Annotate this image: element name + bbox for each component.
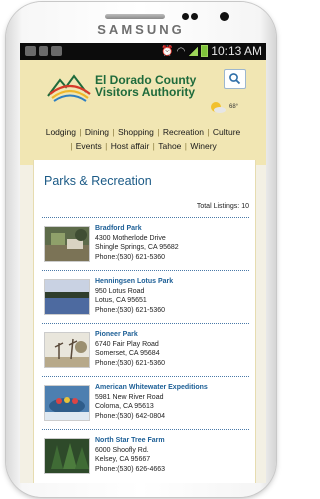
main-nav: Lodging | Dining | Shopping | Recreation… (20, 125, 266, 153)
listing-phone[interactable]: Phone:(530) 621-5360 (95, 306, 173, 316)
site-header: El Dorado County Visitors Authority 68° … (20, 60, 266, 165)
nav-separator: | (110, 127, 117, 137)
listing-address: 4300 Motherlode Drive (95, 234, 166, 242)
listing-name[interactable]: American Whitewater Expeditions (95, 383, 208, 393)
notification-icon (25, 46, 36, 56)
listing-details: Bradford Park 4300 Motherlode Drive Shin… (95, 224, 179, 262)
listing-photo[interactable] (44, 226, 90, 262)
search-button[interactable] (224, 69, 246, 89)
listing-details: Henningsen Lotus Park 950 Lotus Road Lot… (95, 277, 173, 315)
listing-city: Coloma, CA 95613 (95, 403, 154, 410)
nav-item-winery[interactable]: Winery (190, 141, 216, 151)
alarm-icon: ⏰ (161, 45, 174, 57)
nav-separator: | (154, 127, 162, 137)
front-camera (220, 12, 229, 21)
listing-address: 950 Lotus Road (95, 287, 145, 295)
listing-name[interactable]: Henningsen Lotus Park (95, 277, 173, 287)
nav-item-culture[interactable]: Culture (213, 127, 240, 137)
nav-item-lodging[interactable]: Lodging (46, 127, 76, 137)
battery-icon (201, 45, 209, 57)
listing-item[interactable]: Pioneer Park 6740 Fair Play Road Somerse… (42, 323, 249, 375)
nav-item-recreation[interactable]: Recreation (163, 127, 204, 137)
signal-icon (188, 46, 199, 56)
listing-address: 6000 Shoofly Rd. (95, 446, 149, 454)
listing-city: Lotus, CA 95651 (95, 297, 147, 304)
nav-item-host-affair[interactable]: Host affair (111, 141, 150, 151)
site-name[interactable]: El Dorado County Visitors Authority (95, 74, 215, 98)
listing-item[interactable]: Henningsen Lotus Park 950 Lotus Road Lot… (42, 270, 249, 322)
listing-city: Somerset, CA 95684 (95, 350, 160, 357)
search-icon (229, 73, 241, 85)
wifi-icon: ◠ (176, 45, 186, 57)
listing-details: American Whitewater Expeditions 5981 New… (95, 383, 208, 421)
listing-item[interactable]: Bradford Park 4300 Motherlode Drive Shin… (42, 217, 249, 269)
logo-icon[interactable] (46, 72, 94, 102)
listing-name[interactable]: North Star Tree Farm (95, 436, 165, 446)
nav-separator: | (70, 141, 75, 151)
site-name-line2: Visitors Authority (95, 85, 196, 99)
nav-row-2: | Events | Host affair | Tahoe | Winery (20, 139, 266, 153)
listing-item[interactable]: North Star Tree Farm 6000 Shoofly Rd. Ke… (42, 429, 249, 481)
nav-item-shopping[interactable]: Shopping (118, 127, 154, 137)
device-brand: SAMSUNG (97, 22, 185, 37)
listing-phone[interactable]: Phone:(530) 626-4663 (95, 465, 165, 475)
status-time: 10:13 AM (211, 44, 262, 58)
page-title: Parks & Recreation (44, 174, 152, 188)
earpiece-speaker (105, 14, 165, 19)
listing-photo[interactable] (44, 438, 90, 474)
listing-address: 6740 Fair Play Road (95, 340, 159, 348)
total-listings: Total Listings: 10 (196, 203, 249, 210)
listing-item[interactable]: American Whitewater Expeditions 5981 New… (42, 376, 249, 428)
usb-icon (39, 46, 48, 56)
nav-separator: | (204, 127, 212, 137)
mail-icon (51, 46, 62, 56)
nav-separator: | (76, 127, 84, 137)
listing-city: Shingle Springs, CA 95682 (95, 244, 179, 251)
phone-screen: ⏰ ◠ 10:13 AM El Dorado County Visitors A… (20, 43, 266, 483)
nav-item-tahoe[interactable]: Tahoe (158, 141, 181, 151)
system-status: ⏰ ◠ 10:13 AM (161, 44, 262, 58)
notification-icons (25, 46, 62, 56)
listing-phone[interactable]: Phone:(530) 642-0804 (95, 412, 208, 422)
nav-item-events[interactable]: Events (76, 141, 102, 151)
sensor-dot (191, 13, 198, 20)
sensor-dot (182, 13, 189, 20)
listing-photo[interactable] (44, 332, 90, 368)
weather-temperature: 68° (229, 104, 239, 110)
status-bar: ⏰ ◠ 10:13 AM (20, 43, 266, 60)
sunny-weather-icon (211, 102, 226, 113)
listing-name[interactable]: Pioneer Park (95, 330, 165, 340)
nav-separator: | (102, 141, 110, 151)
listing-details: North Star Tree Farm 6000 Shoofly Rd. Ke… (95, 436, 165, 474)
phone-frame: SAMSUNG ⏰ ◠ 10:13 AM El Dorado County Vi… (6, 2, 276, 497)
listing-photo[interactable] (44, 279, 90, 315)
content-panel: Parks & Recreation Total Listings: 10 Br… (33, 160, 256, 483)
listing-photo[interactable] (44, 385, 90, 421)
listing-name[interactable]: Bradford Park (95, 224, 179, 234)
nav-separator: | (182, 141, 190, 151)
listing-phone[interactable]: Phone:(530) 621-5360 (95, 253, 179, 263)
listing-address: 5981 New River Road (95, 393, 164, 401)
weather-widget[interactable]: 68° (209, 100, 249, 114)
listing-city: Kelsey, CA 95667 (95, 456, 151, 463)
nav-separator: | (150, 141, 158, 151)
listing-phone[interactable]: Phone:(530) 621-5360 (95, 359, 165, 369)
listing-details: Pioneer Park 6740 Fair Play Road Somerse… (95, 330, 165, 368)
nav-row-1: Lodging | Dining | Shopping | Recreation… (20, 125, 266, 139)
nav-item-dining[interactable]: Dining (85, 127, 109, 137)
